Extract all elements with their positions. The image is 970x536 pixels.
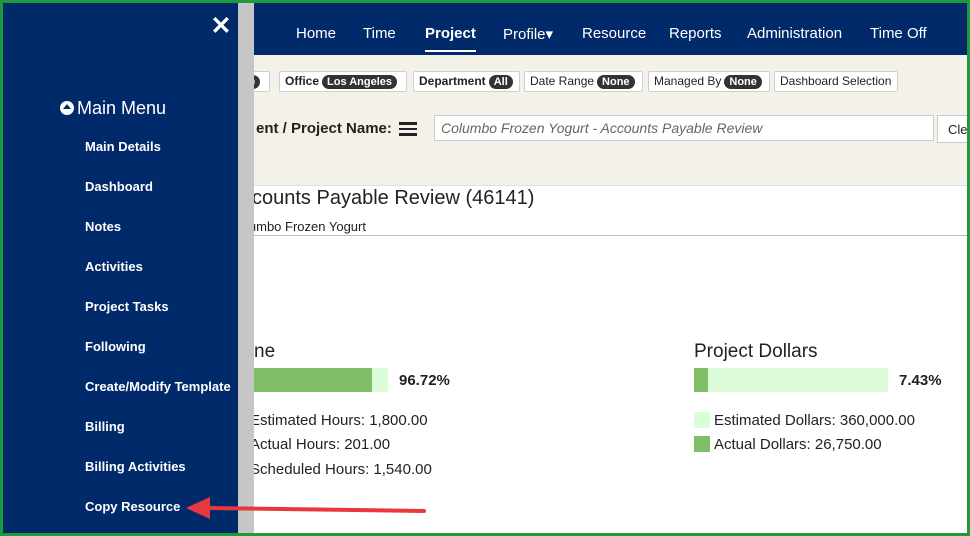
nav-reports[interactable]: Reports <box>669 25 722 42</box>
sidebar-item-notes[interactable]: Notes <box>85 219 121 234</box>
estimated-hours: Estimated Hours: 1,800.00 <box>250 412 428 429</box>
nav-resource[interactable]: Resource <box>582 25 646 42</box>
managed-by-filter-value: None <box>724 75 762 89</box>
nav-project[interactable]: Project <box>425 25 476 52</box>
sidebar-item-following[interactable]: Following <box>85 339 146 354</box>
nav-home[interactable]: Home <box>296 25 336 42</box>
project-name-input[interactable]: Columbo Frozen Yogurt - Accounts Payable… <box>434 115 934 141</box>
department-filter-label: Department <box>419 74 486 88</box>
close-icon[interactable]: ✕ <box>209 12 233 40</box>
office-filter-label: Office <box>285 74 320 88</box>
sidebar-menu: ✕ Main Menu Main Details Dashboard Notes… <box>0 0 238 536</box>
time-percent: 96.72% <box>399 372 450 389</box>
dashboard-selection-chip[interactable]: Dashboard Selection <box>774 71 898 92</box>
dollars-percent: 7.43% <box>899 372 942 389</box>
project-title: ccounts Payable Review (46141) <box>242 187 535 209</box>
sidebar-item-project-tasks[interactable]: Project Tasks <box>85 299 169 314</box>
sidebar-item-create-modify-template[interactable]: Create/Modify Template <box>85 379 231 394</box>
project-client-name: lumbo Frozen Yogurt <box>246 219 366 234</box>
estimated-dollars: Estimated Dollars: 360,000.00 <box>714 412 915 429</box>
sidebar-item-activities[interactable]: Activities <box>85 259 143 274</box>
dashboard-selection-label: Dashboard Selection <box>780 74 892 88</box>
divider <box>238 185 967 186</box>
dollars-progress-bar <box>694 368 888 392</box>
managed-by-filter-chip[interactable]: Managed By None <box>648 71 770 92</box>
time-progress-fill <box>238 368 372 392</box>
managed-by-filter-label: Managed By <box>654 74 722 88</box>
actual-dollars: Actual Dollars: 26,750.00 <box>714 436 882 453</box>
main-menu-title[interactable]: Main Menu <box>77 98 166 119</box>
scheduled-hours: Scheduled Hours: 1,540.00 <box>250 461 432 478</box>
sidebar-item-dashboard[interactable]: Dashboard <box>85 179 153 194</box>
sidebar-item-billing-activities[interactable]: Billing Activities <box>85 459 186 474</box>
sidebar-item-billing[interactable]: Billing <box>85 419 125 434</box>
nav-time-off[interactable]: Time Off <box>870 25 927 42</box>
annotation-arrow-icon <box>186 497 426 519</box>
department-filter-chip[interactable]: Department All <box>413 71 520 92</box>
hamburger-menu-icon[interactable] <box>399 122 417 136</box>
time-section-title: ne <box>254 341 276 362</box>
nav-time[interactable]: Time <box>363 25 396 42</box>
dollars-section-title: Project Dollars <box>694 341 818 362</box>
chevron-up-circle-icon[interactable] <box>60 101 74 115</box>
estimated-dollars-swatch <box>694 412 710 428</box>
clear-button[interactable]: Cle <box>937 115 970 143</box>
header-divider <box>238 235 967 236</box>
office-filter-value: Los Angeles <box>322 75 398 89</box>
date-range-filter-value: None <box>597 75 635 89</box>
actual-hours: Actual Hours: 201.00 <box>250 436 391 453</box>
project-name-label: ent / Project Name: <box>256 120 392 137</box>
time-progress-bar <box>238 368 388 392</box>
department-filter-value: All <box>488 75 513 89</box>
sidebar-scrollbar[interactable] <box>238 0 254 536</box>
sidebar-item-copy-resource[interactable]: Copy Resource <box>85 499 180 514</box>
dollars-progress-fill <box>694 368 709 392</box>
nav-administration[interactable]: Administration <box>747 25 842 42</box>
office-filter-chip[interactable]: Office Los Angeles <box>279 71 407 92</box>
nav-profile[interactable]: Profile▾ <box>503 25 553 43</box>
actual-dollars-swatch <box>694 436 710 452</box>
sidebar-item-main-details[interactable]: Main Details <box>85 139 161 154</box>
date-range-filter-chip[interactable]: Date Range None <box>524 71 643 92</box>
date-range-filter-label: Date Range <box>530 74 595 88</box>
top-nav: Home Time Project Profile▾ Resource Repo… <box>238 3 967 55</box>
